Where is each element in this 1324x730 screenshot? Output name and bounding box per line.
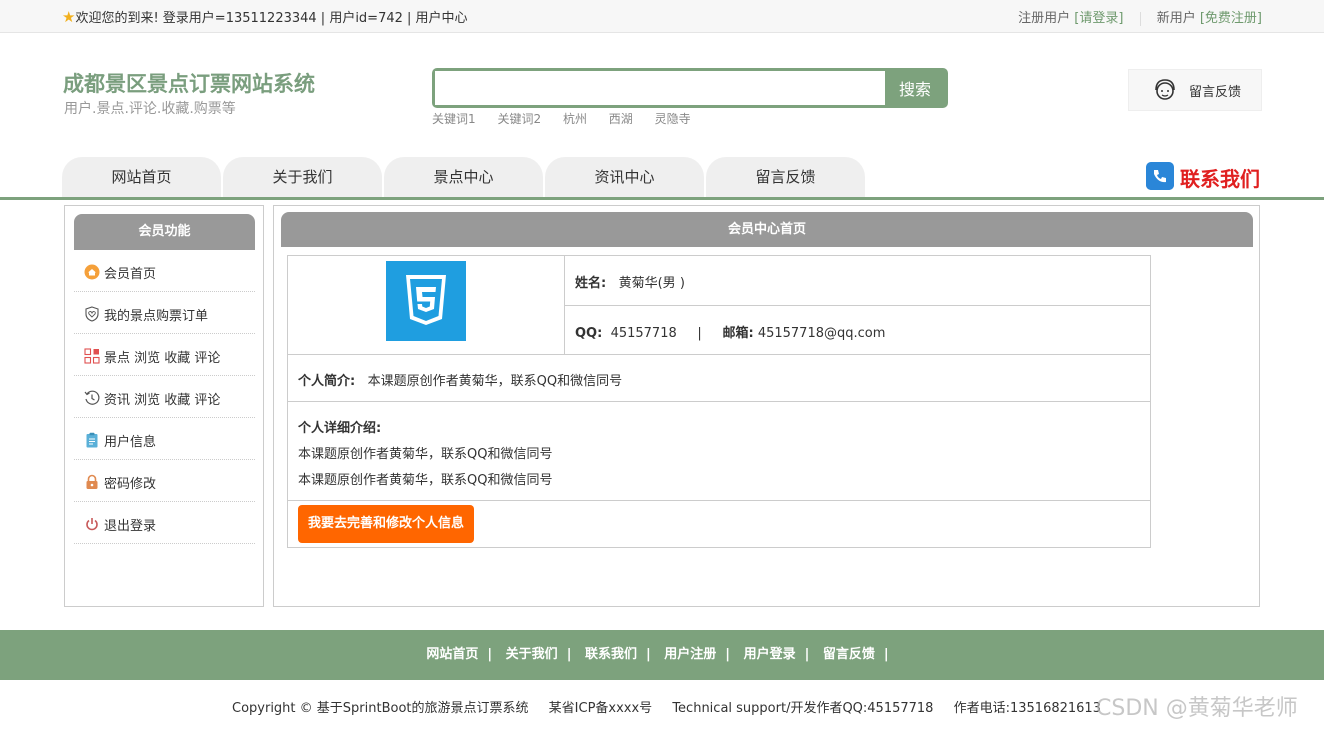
footer-link-register[interactable]: 用户注册 [664, 647, 716, 662]
lock-icon [86, 474, 98, 489]
feedback-button[interactable]: 留言反馈 [1128, 69, 1262, 111]
phone-text: 作者电话:13516821613 [953, 701, 1101, 716]
hotword-link[interactable]: 关键词2 [497, 112, 541, 126]
watermark: CSDN @黄菊华老师 [1096, 696, 1298, 721]
contact-cell: QQ: 45157718 | 邮箱: 45157718@qq.com [565, 306, 1150, 355]
hotword-link[interactable]: 西湖 [609, 112, 633, 126]
qq-value: 45157718 [610, 326, 677, 341]
detail-cell: 个人详细介绍: 本课题原创作者黄菊华，联系QQ和微信同号 本课题原创作者黄菊华，… [288, 402, 1150, 501]
action-cell: 我要去完善和修改个人信息 [288, 501, 1150, 547]
footer-separator: | [645, 647, 651, 662]
register-label: 注册用户 [1018, 11, 1071, 26]
intro-label: 个人简介: [298, 374, 356, 389]
sidebar-item-member-home[interactable]: 会员首页 [74, 250, 255, 292]
sidebar-item-orders[interactable]: 我的景点购票订单 [74, 292, 255, 334]
email-value: 45157718@qq.com [757, 326, 886, 341]
customer-service-icon [1155, 79, 1175, 100]
sidebar-item-label: 资讯 浏览 收藏 评论 [104, 393, 221, 408]
site-subtitle: 用户.景点.评论.收藏.购票等 [64, 101, 236, 117]
top-bar: ★欢迎您的到来! 登录用户=13511223344 | 用户id=742 | 用… [0, 0, 1324, 33]
clipboard-icon [86, 432, 98, 448]
email-label: 邮箱: [722, 326, 754, 341]
page-title: 会员中心首页 [281, 212, 1253, 247]
footer-link-contact[interactable]: 联系我们 [585, 647, 637, 662]
sidebar-item-logout[interactable]: 退出登录 [74, 502, 255, 544]
feedback-label: 留言反馈 [1189, 85, 1242, 100]
search-input[interactable] [435, 71, 887, 105]
nav-underline [0, 197, 1324, 200]
hotword-link[interactable]: 灵隐寺 [655, 112, 691, 126]
support-text: Technical support/开发作者QQ:45157718 [672, 701, 934, 716]
name-label: 姓名: [575, 276, 607, 291]
footer-separator: | [487, 647, 493, 662]
sidebar-item-label: 退出登录 [104, 519, 157, 534]
sidebar-item-label: 会员首页 [104, 267, 157, 282]
divider [1139, 11, 1141, 26]
site-title[interactable]: 成都景区景点订票网站系统 [63, 68, 315, 98]
intro-value: 本课题原创作者黄菊华，联系QQ和微信同号 [367, 374, 623, 389]
sidebar-item-user-info[interactable]: 用户信息 [74, 418, 255, 460]
qq-label: QQ: [575, 326, 603, 341]
footer-link-about[interactable]: 关于我们 [506, 647, 558, 662]
sidebar-item-label: 密码修改 [104, 477, 157, 492]
sidebar-item-label: 用户信息 [104, 435, 157, 450]
footer-link-login[interactable]: 用户登录 [744, 647, 796, 662]
sidebar-title: 会员功能 [74, 214, 255, 250]
contact-label: 联系我们 [1180, 167, 1260, 191]
grid-icon [84, 348, 100, 364]
icp-text: 某省ICP备xxxx号 [548, 701, 653, 716]
nav-tab-scenic[interactable]: 景点中心 [384, 157, 543, 197]
copyright-text: Copyright © 基于SprintBoot的旅游景点订票系统 [232, 701, 529, 716]
sidebar-item-label: 我的景点购票订单 [104, 309, 209, 324]
detail-line: 本课题原创作者黄菊华，联系QQ和微信同号 [298, 447, 553, 462]
nav-tab-home[interactable]: 网站首页 [62, 157, 221, 197]
intro-cell: 个人简介: 本课题原创作者黄菊华，联系QQ和微信同号 [288, 355, 1150, 402]
footer-separator: | [804, 647, 810, 662]
star-icon: ★ [62, 8, 76, 26]
hotword-link[interactable]: 关键词1 [432, 112, 476, 126]
nav-tab-about[interactable]: 关于我们 [223, 157, 382, 197]
hotword-link[interactable]: 杭州 [563, 112, 587, 126]
sidebar-item-scenic[interactable]: 景点 浏览 收藏 评论 [74, 334, 255, 376]
edit-profile-button[interactable]: 我要去完善和修改个人信息 [298, 505, 475, 543]
member-sidebar: 会员功能 会员首页 我的景点购票订单 景点 浏览 收藏 评论 资讯 浏览 收藏 … [64, 205, 264, 607]
name-value: 黄菊华(男 ) [618, 276, 685, 291]
welcome-text: 欢迎您的到来! 登录用户=13511223344 | 用户id=742 | 用户… [75, 11, 468, 26]
search-button[interactable]: 搜索 [885, 71, 945, 105]
home-icon [84, 264, 100, 280]
sidebar-item-news[interactable]: 资讯 浏览 收藏 评论 [74, 376, 255, 418]
sidebar-item-label: 景点 浏览 收藏 评论 [104, 351, 221, 366]
footer-separator: | [883, 647, 889, 662]
history-icon [84, 390, 100, 405]
copyright-bar: Copyright © 基于SprintBoot的旅游景点订票系统 某省ICP备… [232, 697, 1117, 716]
nav-tab-feedback[interactable]: 留言反馈 [706, 157, 865, 197]
footer-separator: | [725, 647, 731, 662]
login-link[interactable]: [请登录] [1074, 11, 1123, 26]
profile-card: 姓名: 黄菊华(男 ) QQ: 45157718 | 邮箱: 45157718@… [287, 255, 1151, 548]
member-center: 会员中心首页 姓名: 黄菊华(男 ) QQ: 45157718 | 邮箱: 45… [273, 205, 1260, 607]
phone-icon [1146, 162, 1174, 190]
search-box: 搜索 [432, 68, 948, 108]
divider: | [697, 326, 702, 341]
footer-separator: | [566, 647, 572, 662]
avatar-cell [288, 256, 565, 355]
name-cell: 姓名: 黄菊华(男 ) [565, 256, 1150, 306]
welcome-area: ★欢迎您的到来! 登录用户=13511223344 | 用户id=742 | 用… [62, 7, 468, 26]
new-user-label: 新用户 [1156, 11, 1196, 26]
detail-label: 个人详细介绍: [298, 421, 382, 436]
detail-line: 本课题原创作者黄菊华，联系QQ和微信同号 [298, 473, 553, 488]
nav-tab-news[interactable]: 资讯中心 [545, 157, 704, 197]
footer-link-feedback[interactable]: 留言反馈 [823, 647, 875, 662]
power-icon [86, 518, 98, 531]
heart-shield-icon [85, 306, 99, 322]
sidebar-item-password[interactable]: 密码修改 [74, 460, 255, 502]
footer-nav: 网站首页 | 关于我们 | 联系我们 | 用户注册 | 用户登录 | 留言反馈 | [0, 630, 1324, 680]
free-register-link[interactable]: [免费注册] [1200, 11, 1262, 26]
hot-keywords: 关键词1 关键词2 杭州 西湖 灵隐寺 [432, 110, 709, 127]
account-links: 注册用户 [请登录] 新用户 [免费注册] [1018, 7, 1262, 26]
avatar [386, 261, 466, 341]
footer-link-home[interactable]: 网站首页 [426, 647, 478, 662]
